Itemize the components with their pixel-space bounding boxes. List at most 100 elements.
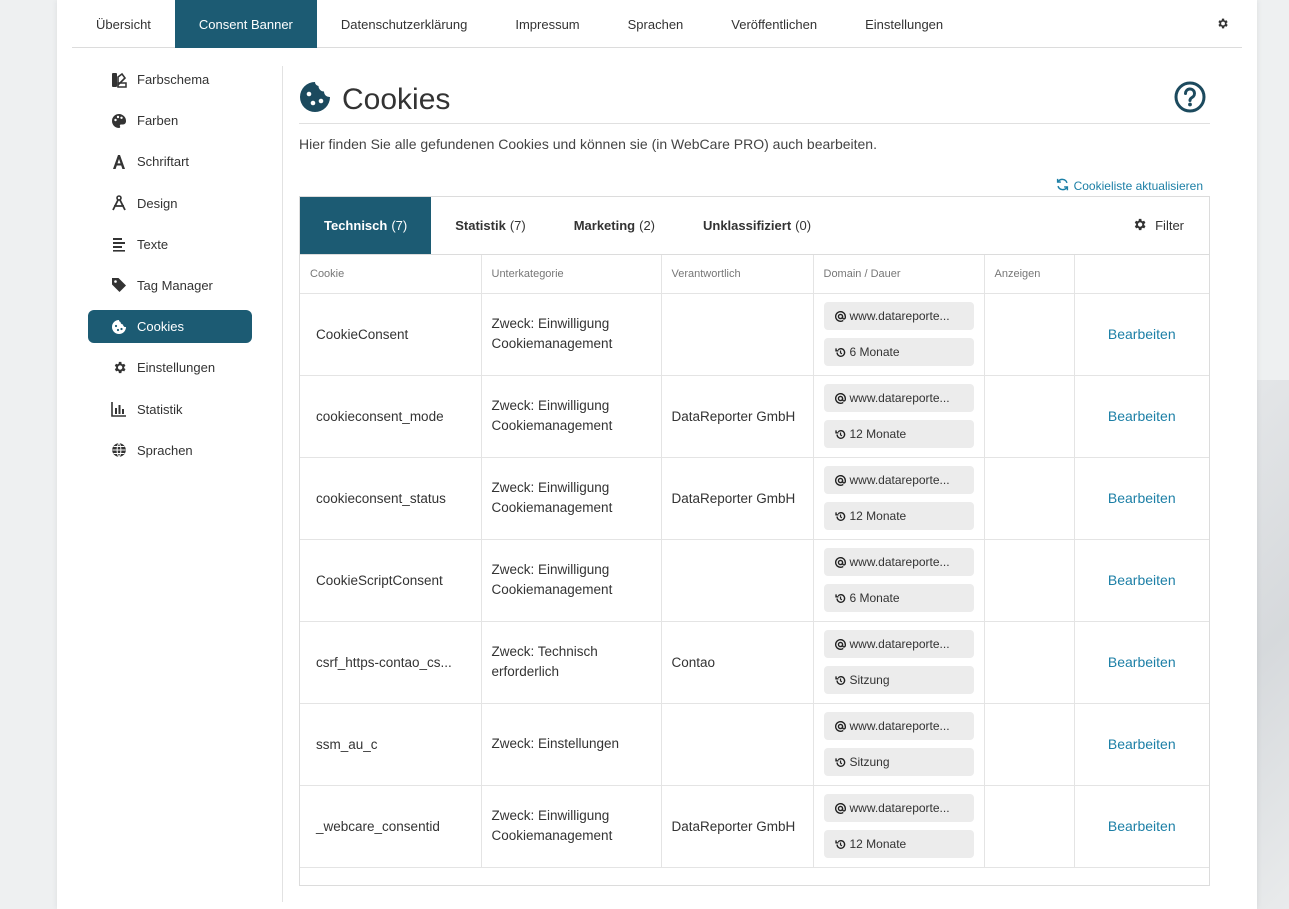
edit-link[interactable]: Bearbeiten <box>1108 572 1176 588</box>
domain-duration: www.datareporte... Sitzung <box>813 621 985 704</box>
duration-text: Sitzung <box>849 673 890 687</box>
subcategory-line-2: erforderlich <box>491 664 560 679</box>
column-header[interactable]: Verantwortlich <box>661 255 814 294</box>
tab-name: Marketing <box>573 218 636 233</box>
domain-text: www.datareporte... <box>849 391 950 405</box>
sidebar-item-farbschema[interactable]: Farbschema <box>88 63 252 96</box>
tab-sprachen[interactable]: Sprachen <box>604 0 708 48</box>
subcategory: Zweck: Einstellungen <box>481 703 662 786</box>
edit-link[interactable]: Bearbeiten <box>1108 818 1176 834</box>
column-header[interactable]: Cookie <box>300 255 482 294</box>
refresh-icon <box>1056 178 1069 194</box>
subcategory: Zweck: Einwilligung Cookiemanagement <box>481 375 662 458</box>
duration-text: Sitzung <box>849 755 890 769</box>
domain-text: www.datareporte... <box>849 555 950 569</box>
domain-pill: www.datareporte... <box>823 794 974 822</box>
filter-button[interactable]: Filter <box>1132 197 1209 254</box>
tab-uebersicht[interactable]: Übersicht <box>72 0 175 48</box>
edit-cell: Bearbeiten <box>1074 539 1209 622</box>
sidebar-item-schriftart[interactable]: Schriftart <box>88 145 252 178</box>
table-row: cookieconsent_mode Zweck: Einwilligung Co… <box>300 375 1209 458</box>
duration-pill: 12 Monate <box>823 502 974 530</box>
domain-duration: www.datareporte... 12 Monate <box>813 375 985 458</box>
tab-technisch[interactable]: Technisch (7) <box>300 197 432 254</box>
show-cell <box>984 785 1075 868</box>
main-content: Cookies Hier finden Sie alle gefundenen … <box>299 80 1210 886</box>
domain-text: www.datareporte... <box>849 801 950 815</box>
show-cell <box>984 375 1075 458</box>
table-row: CookieScriptConsent Zweck: Einwilligung C… <box>300 539 1209 622</box>
help-icon[interactable] <box>1174 81 1206 118</box>
domain-duration: www.datareporte... 12 Monate <box>813 785 985 868</box>
sidebar-item-cookies[interactable]: Cookies <box>88 310 252 344</box>
sidebar-item-tag-manager[interactable]: Tag Manager <box>88 269 252 302</box>
subcategory-line-2: Cookiemanagement <box>491 418 613 433</box>
tab-count: (7) <box>509 218 526 233</box>
duration-pill: 12 Monate <box>823 420 974 448</box>
edit-link[interactable]: Bearbeiten <box>1108 408 1176 424</box>
tab-impressum[interactable]: Impressum <box>491 0 603 48</box>
responsible <box>661 703 814 786</box>
subcategory-line-2: Cookiemanagement <box>491 582 613 597</box>
tab-statistik[interactable]: Statistik (7) <box>431 197 549 254</box>
at-icon <box>834 638 846 650</box>
sidebar-item-statistik[interactable]: Statistik <box>88 393 252 426</box>
responsible: DataReporter GmbH <box>661 457 814 540</box>
refresh-cookie-list-link[interactable]: Cookieliste aktualisieren <box>1056 178 1203 194</box>
column-header[interactable]: Unterkategorie <box>481 255 662 294</box>
domain-duration: www.datareporte... 12 Monate <box>813 457 985 540</box>
settings-gear-icon[interactable] <box>1202 0 1242 47</box>
edit-link[interactable]: Bearbeiten <box>1108 736 1176 752</box>
responsible: DataReporter GmbH <box>661 785 814 868</box>
sidebar-item-sprachen[interactable]: Sprachen <box>88 434 252 467</box>
at-icon <box>834 556 846 568</box>
tab-einstellungen[interactable]: Einstellungen <box>841 0 967 48</box>
subcategory-line-2: Cookiemanagement <box>491 336 613 351</box>
tab-consent-banner[interactable]: Consent Banner <box>174 0 317 48</box>
subcategory-line-2: Cookiemanagement <box>491 828 613 843</box>
edit-cell: Bearbeiten <box>1074 457 1209 540</box>
sidebar-item-label: Farben <box>137 113 179 129</box>
history-icon <box>834 757 846 768</box>
edit-link[interactable]: Bearbeiten <box>1108 326 1176 342</box>
sidebar-item-texte[interactable]: Texte <box>88 228 252 261</box>
tab-datenschutzerklaerung[interactable]: Datenschutzerklärung <box>317 0 491 48</box>
color-scheme-icon <box>110 71 128 89</box>
cookie-name: ssm_au_c <box>300 703 482 786</box>
duration-text: 6 Monate <box>849 345 900 359</box>
edit-link[interactable]: Bearbeiten <box>1108 654 1176 670</box>
subcategory-line-1: Zweck: Einwilligung <box>491 398 610 413</box>
tab-unklassifiziert[interactable]: Unklassifiziert (0) <box>679 197 835 254</box>
bar-chart-icon <box>110 400 128 418</box>
subcategory-line-1: Zweck: Einwilligung <box>491 316 610 331</box>
show-cell <box>984 457 1075 540</box>
sidebar-item-einstellungen[interactable]: Einstellungen <box>88 351 252 384</box>
subcategory: Zweck: Einwilligung Cookiemanagement <box>481 293 662 376</box>
table-header-row: Cookie Unterkategorie Verantwortlich Dom… <box>300 255 1209 294</box>
column-header[interactable]: Anzeigen <box>984 255 1075 294</box>
tab-veroeffentlichen[interactable]: Veröffentlichen <box>707 0 841 48</box>
domain-pill: www.datareporte... <box>823 302 974 330</box>
cookie-name: CookieScriptConsent <box>300 539 482 622</box>
page-title: Cookies <box>342 82 451 116</box>
tabs-spacer <box>835 197 1132 254</box>
top-navigation: Übersicht Consent Banner Datenschutzerkl… <box>72 0 1242 48</box>
cookie-name: cookieconsent_status <box>300 457 482 540</box>
font-icon <box>110 153 128 171</box>
tab-marketing[interactable]: Marketing (2) <box>550 197 679 254</box>
edit-cell: Bearbeiten <box>1074 621 1209 704</box>
edit-link[interactable]: Bearbeiten <box>1108 490 1176 506</box>
tab-name: Unklassifiziert <box>703 218 792 233</box>
table-row: csrf_https-contao_cs... Zweck: Technisch… <box>300 621 1209 704</box>
sidebar-item-label: Design <box>137 195 178 211</box>
tab-count: (2) <box>639 218 655 233</box>
globe-icon <box>110 441 128 459</box>
show-cell <box>984 539 1075 622</box>
palette-icon <box>110 112 128 130</box>
column-header[interactable]: Domain / Dauer <box>813 255 985 294</box>
subcategory-line-1: Zweck: Einwilligung <box>491 480 610 495</box>
sidebar-item-farben[interactable]: Farben <box>88 104 252 137</box>
app-card: Übersicht Consent Banner Datenschutzerkl… <box>57 0 1257 909</box>
sidebar-item-design[interactable]: Design <box>88 187 252 220</box>
